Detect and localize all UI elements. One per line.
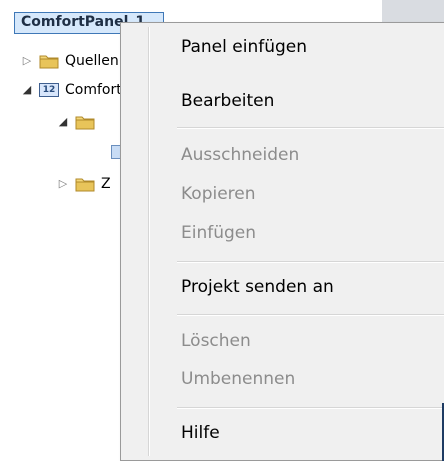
tree-item-folder[interactable]: ◢ bbox=[57, 111, 101, 133]
menu-separator bbox=[177, 127, 444, 129]
menu-item-umbenennen[interactable]: Umbenennen bbox=[181, 369, 295, 389]
menu-item-hilfe[interactable]: Hilfe bbox=[181, 423, 220, 443]
collapse-arrow-icon[interactable]: ◢ bbox=[57, 116, 69, 128]
tree-item-quellen[interactable]: ▷ Quellen bbox=[21, 50, 119, 72]
device-icon: 12 bbox=[39, 83, 59, 97]
context-menu: Panel einfügen Bearbeiten Ausschneiden K… bbox=[120, 22, 444, 461]
tree-item-label: Quellen bbox=[65, 53, 119, 69]
folder-icon bbox=[75, 178, 95, 192]
menu-separator bbox=[177, 314, 444, 316]
tree-item-label: Z bbox=[101, 176, 111, 192]
menu-separator bbox=[177, 407, 444, 409]
expand-arrow-icon[interactable]: ▷ bbox=[57, 178, 69, 190]
menu-item-projekt-senden-an[interactable]: Projekt senden an bbox=[181, 277, 334, 297]
tree-item-folder-z[interactable]: ▷ Z bbox=[57, 173, 111, 195]
menu-separator bbox=[177, 261, 444, 263]
menu-item-ausschneiden[interactable]: Ausschneiden bbox=[181, 145, 299, 165]
collapse-arrow-icon[interactable]: ◢ bbox=[21, 84, 33, 96]
menu-item-kopieren[interactable]: Kopieren bbox=[181, 184, 256, 204]
menu-item-einfuegen[interactable]: Einfügen bbox=[181, 223, 256, 243]
menu-item-panel-einfuegen[interactable]: Panel einfügen bbox=[181, 37, 307, 57]
menu-item-bearbeiten[interactable]: Bearbeiten bbox=[181, 91, 274, 111]
menu-gutter-divider bbox=[148, 27, 150, 456]
folder-icon bbox=[75, 116, 95, 130]
folder-icon bbox=[39, 55, 59, 69]
menu-item-loeschen[interactable]: Löschen bbox=[181, 331, 251, 351]
expand-arrow-icon[interactable]: ▷ bbox=[21, 55, 33, 67]
